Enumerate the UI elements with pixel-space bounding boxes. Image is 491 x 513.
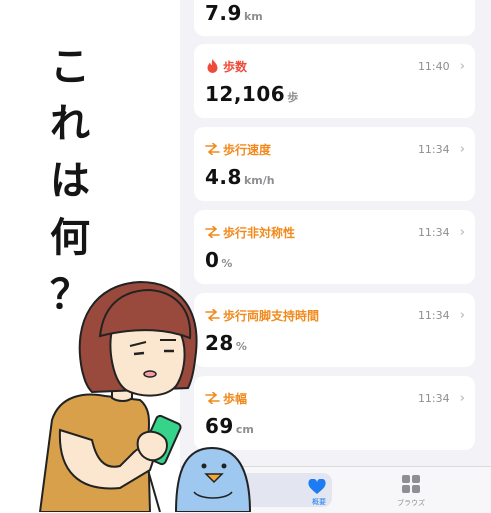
woman-with-phone-illustration <box>38 280 252 512</box>
